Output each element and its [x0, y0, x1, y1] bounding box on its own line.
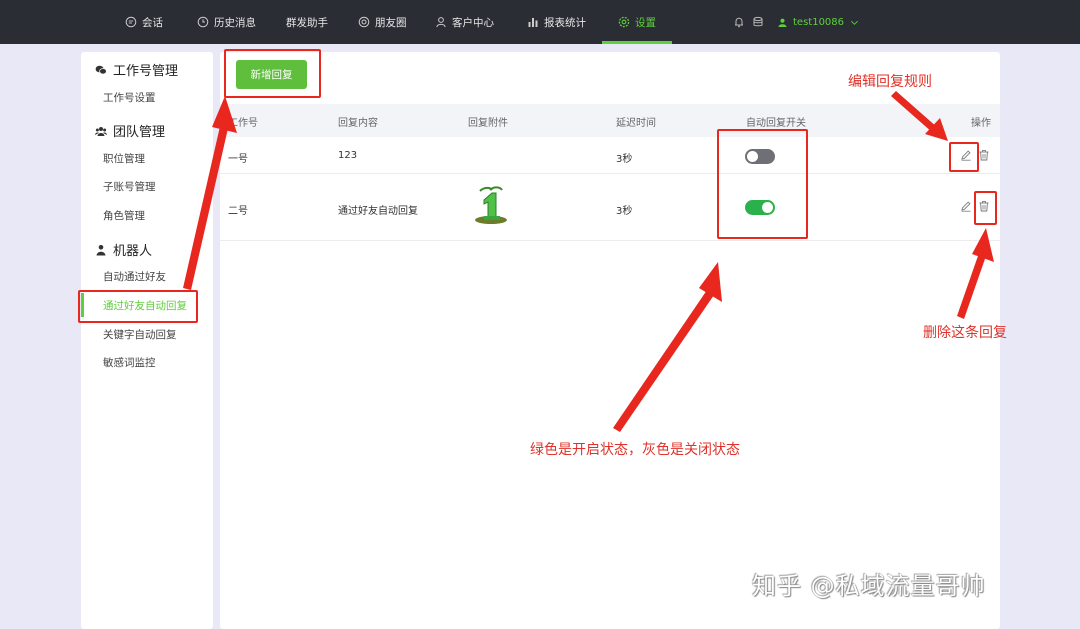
highlight-edit-icon: [949, 142, 979, 172]
cell-account: 一号: [228, 154, 248, 165]
highlight-delete-icon: [974, 191, 997, 225]
edit-pencil-icon[interactable]: [960, 200, 972, 212]
nav-item-customers[interactable]: 客户中心: [435, 0, 494, 44]
sidebar-group-label: 工作号管理: [113, 64, 179, 79]
sidebar-group-work-account: 工作号管理: [95, 60, 178, 79]
cell-content: 通过好友自动回复: [338, 206, 418, 217]
chevron-down-icon: [851, 20, 858, 25]
sidebar-item-keyword-auto-reply[interactable]: 关键字自动回复: [103, 327, 177, 342]
sidebar-item-sensitive-words[interactable]: 敏感词监控: [103, 355, 156, 370]
robot-icon: [96, 244, 106, 255]
nav-item-history[interactable]: 历史消息: [197, 0, 256, 44]
cell-delay: 3秒: [616, 154, 633, 165]
gear-icon: [618, 16, 630, 28]
wechat-icon: [95, 65, 107, 74]
sidebar-item-sub-accounts[interactable]: 子账号管理: [103, 179, 156, 194]
sidebar-item-label: 关键字自动回复: [103, 329, 177, 341]
row-divider: [220, 240, 1000, 241]
nav-item-broadcast[interactable]: 群发助手: [286, 0, 328, 44]
sidebar-item-label: 敏感词监控: [103, 357, 156, 369]
delete-trash-icon[interactable]: [978, 149, 990, 161]
nav-label: 客户中心: [452, 16, 494, 29]
bar-chart-icon: [528, 18, 538, 27]
nav-item-moments[interactable]: 朋友圈: [358, 0, 407, 44]
cell-delay: 3秒: [616, 206, 633, 217]
nav-label: 设置: [635, 16, 656, 29]
active-tab-indicator: [602, 41, 672, 44]
highlight-sidebar-item: [78, 290, 198, 323]
nav-item-settings[interactable]: 设置: [618, 0, 656, 44]
nav-label: 会话: [142, 16, 163, 29]
highlight-toggles: [717, 129, 808, 239]
top-nav-bar: 会话 历史消息 群发助手 朋友圈 客户中心 报表统计 设置 test10086: [0, 0, 1080, 44]
column-header-account: 工作号: [228, 118, 258, 129]
column-header-attachment: 回复附件: [468, 118, 508, 129]
row-divider: [220, 173, 1000, 174]
sidebar-group-robot: 机器人: [95, 240, 152, 259]
column-header-actions: 操作: [971, 118, 991, 129]
watermark: 知乎 @私域流量哥帅: [752, 572, 986, 600]
table-header: [220, 104, 1000, 137]
team-icon: [95, 126, 107, 136]
highlight-add-button: [224, 49, 321, 98]
column-header-auto-reply-switch: 自动回复开关: [746, 118, 806, 129]
nav-item-chat[interactable]: 会话: [125, 0, 163, 44]
sidebar-item-label: 工作号设置: [103, 92, 156, 104]
annotation-edit-rule: 编辑回复规则: [848, 74, 932, 90]
annotation-delete-reply: 删除这条回复: [923, 325, 1007, 341]
sidebar-item-label: 子账号管理: [103, 181, 156, 193]
column-header-content: 回复内容: [338, 118, 378, 129]
annotation-toggle-note: 绿色是开启状态，灰色是关闭状态: [530, 442, 740, 458]
cell-account: 二号: [228, 206, 248, 217]
nav-item-reports[interactable]: 报表统计: [527, 0, 586, 44]
column-header-delay: 延迟时间: [616, 118, 656, 129]
main-panel: [220, 52, 1000, 629]
bell-icon[interactable]: [733, 0, 745, 44]
database-icon[interactable]: [752, 0, 764, 44]
sidebar-item-label: 自动通过好友: [103, 271, 166, 283]
sidebar-item-label: 职位管理: [103, 153, 145, 165]
user-menu[interactable]: test10086: [778, 0, 859, 44]
user-icon: [436, 17, 446, 28]
sidebar-group-team: 团队管理: [95, 121, 165, 140]
nav-label: 历史消息: [214, 16, 256, 29]
sidebar-item-label: 角色管理: [103, 210, 145, 222]
sidebar-item-positions[interactable]: 职位管理: [103, 151, 145, 166]
sidebar-item-roles[interactable]: 角色管理: [103, 208, 145, 223]
sidebar-group-label: 机器人: [113, 244, 153, 259]
clock-icon: [197, 16, 209, 28]
attachment-thumbnail[interactable]: [470, 180, 512, 226]
nav-label: 朋友圈: [375, 16, 407, 29]
cell-content: 123: [338, 150, 358, 161]
chat-icon: [125, 16, 137, 28]
username: test10086: [793, 16, 845, 28]
sidebar-item-work-account-settings[interactable]: 工作号设置: [103, 90, 156, 105]
sidebar-item-auto-accept-friends[interactable]: 自动通过好友: [103, 269, 166, 284]
nav-label: 报表统计: [544, 16, 586, 29]
sidebar-group-label: 团队管理: [113, 125, 166, 140]
user-icon: [778, 18, 787, 27]
camera-icon: [358, 16, 370, 28]
nav-label: 群发助手: [286, 16, 328, 29]
